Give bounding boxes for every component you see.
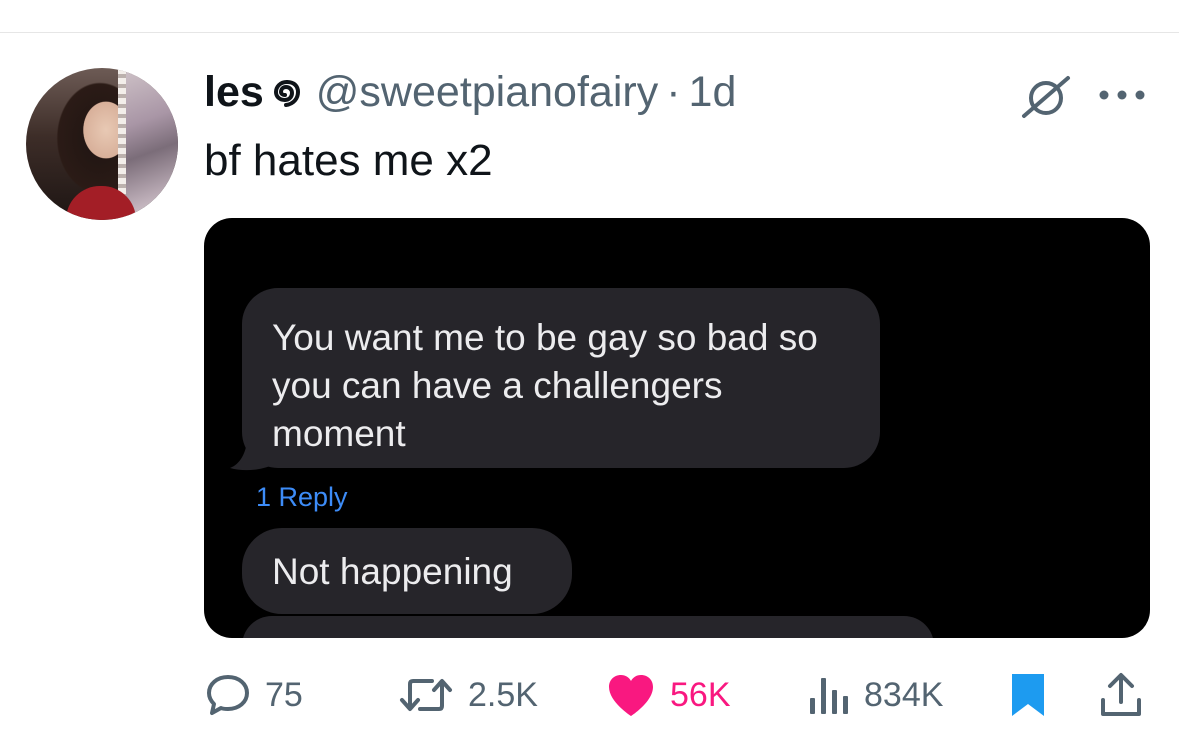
thread-reply-link: 1 Reply [256, 482, 348, 512]
tweet-media[interactable]: You want me to be gay so bad so you can … [204, 218, 1150, 638]
views-count: 834K [864, 675, 944, 714]
handle[interactable]: @sweetpianofairy [316, 68, 658, 117]
bookmark-button[interactable] [1008, 660, 1048, 730]
action-bar: 75 2.5K 56K 834K [0, 660, 1179, 730]
avatar-collage [122, 68, 178, 220]
more-icon[interactable] [1097, 88, 1147, 102]
repost-count: 2.5K [468, 675, 538, 714]
display-name[interactable]: les [204, 68, 264, 117]
avatar[interactable] [26, 68, 178, 220]
message-bubble-2: Not happening [242, 528, 572, 614]
name-emoji-icon [273, 80, 300, 107]
bookmark-icon [1012, 674, 1044, 716]
tweet-text: bf hates me x2 [204, 136, 493, 185]
bubble-tail [230, 436, 270, 471]
reply-icon [207, 675, 249, 715]
share-button[interactable] [1098, 660, 1144, 730]
like-icon [609, 675, 653, 716]
repost-button[interactable]: 2.5K [398, 660, 538, 730]
views-button[interactable]: 834K [806, 660, 943, 730]
share-icon [1101, 673, 1141, 716]
like-count: 56K [670, 675, 731, 714]
message-1-line-2: you can have a challengers [272, 365, 723, 406]
views-icon [810, 678, 848, 714]
timestamp[interactable]: 1d [689, 68, 737, 117]
message-1-line-3: moment [272, 413, 406, 454]
grok-icon[interactable] [1016, 72, 1076, 120]
message-bubble-1: You want me to be gay so bad so you can … [242, 288, 880, 468]
message-bubble-3 [242, 616, 934, 638]
like-button[interactable]: 56K [606, 660, 731, 730]
reply-button[interactable]: 75 [205, 660, 303, 730]
reply-count: 75 [265, 675, 303, 714]
message-1-line-1: You want me to be gay so bad so [272, 317, 818, 358]
top-divider [0, 32, 1179, 33]
tweet-header: les @sweetpianofairy · 1d [204, 68, 736, 120]
message-2-text: Not happening [272, 551, 513, 592]
repost-icon [400, 679, 452, 711]
separator-dot: · [666, 68, 681, 116]
